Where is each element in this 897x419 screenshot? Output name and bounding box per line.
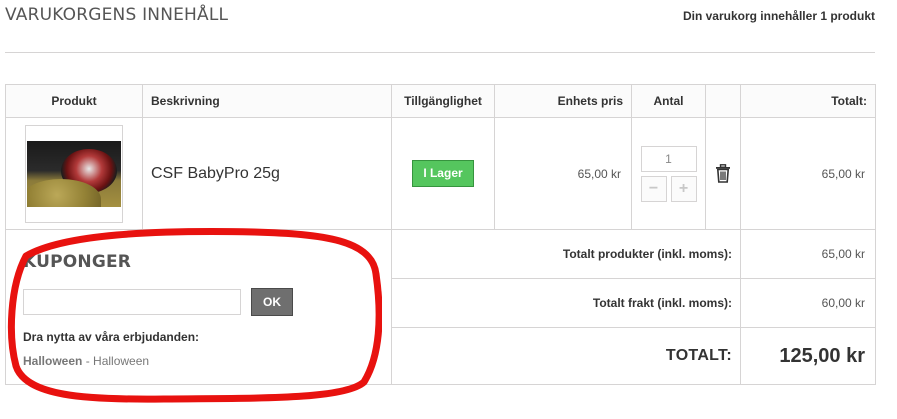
cart-table: Produkt Beskrivning Tillgänglighet Enhet… [5,84,876,385]
stock-badge: I Lager [412,160,474,187]
table-header-row: Produkt Beskrivning Tillgänglighet Enhet… [5,84,876,118]
column-header-unit-price: Enhets pris [494,84,632,118]
column-header-delete [705,84,741,118]
product-image-link[interactable] [25,124,123,223]
column-header-total: Totalt: [740,84,876,118]
offer-separator: - [82,354,94,368]
quantity-increase-button[interactable]: + [670,175,697,202]
quantity-decrease-button[interactable]: − [640,175,667,202]
voucher-ok-button[interactable]: OK [251,288,293,316]
heading-divider [5,52,875,53]
product-image-cell [5,117,143,230]
offers-heading: Dra nytta av våra erbjudanden: [23,330,200,344]
column-header-availability: Tillgänglighet [391,84,495,118]
total-products-label: Totalt produkter (inkl. moms): [391,229,741,279]
voucher-section: KUPONGER OK Dra nytta av våra erbjudande… [5,229,392,385]
column-header-quantity: Antal [631,84,706,118]
unit-price: 65,00 kr [494,117,632,230]
product-name-link[interactable]: CSF BabyPro 25g [142,117,392,230]
quantity-stepper: − + [633,175,704,202]
row-total: 65,00 kr [740,117,876,230]
voucher-code-input[interactable] [23,289,241,315]
availability-cell: I Lager [391,117,495,230]
totals-products-row: KUPONGER OK Dra nytta av våra erbjudande… [5,229,876,385]
quantity-input[interactable]: 1 [640,145,697,172]
quantity-cell: 1 − + [631,117,706,230]
offer-name: Halloween [93,354,150,368]
cart-summary: Din varukorg innehåller 1 produkt [682,9,875,23]
grand-total-value: 125,00 kr [740,327,876,385]
column-header-description: Beskrivning [142,84,392,118]
voucher-form: OK [23,288,375,316]
grand-total-label: TOTALT: [391,327,741,385]
offer-item[interactable]: Halloween - Halloween [23,354,375,368]
total-shipping-label: Totalt frakt (inkl. moms): [391,278,741,328]
column-header-product: Produkt [5,84,143,118]
table-row: CSF BabyPro 25g I Lager 65,00 kr 1 − + 6… [5,117,876,230]
trash-icon[interactable] [705,117,741,230]
total-products-value: 65,00 kr [740,229,876,279]
total-shipping-value: 60,00 kr [740,278,876,328]
offer-code[interactable]: Halloween [23,354,82,368]
voucher-title: KUPONGER [23,252,132,272]
product-image [27,140,121,207]
page-title: VARUKORGENS INNEHÅLL [5,5,229,25]
